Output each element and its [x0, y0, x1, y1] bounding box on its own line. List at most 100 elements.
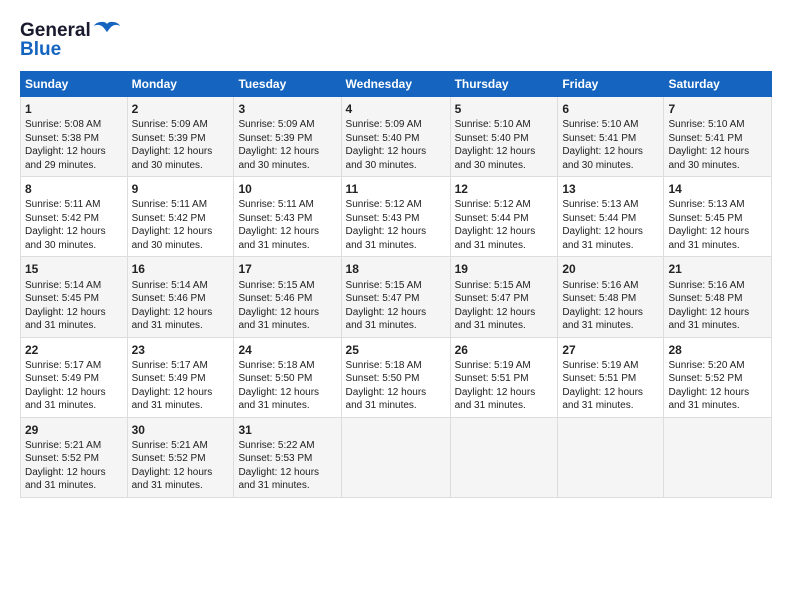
- calendar-cell: 26Sunrise: 5:19 AMSunset: 5:51 PMDayligh…: [450, 337, 558, 417]
- cell-content: Sunrise: 5:10 AMSunset: 5:40 PMDaylight:…: [455, 118, 554, 172]
- calendar-cell: 28Sunrise: 5:20 AMSunset: 5:52 PMDayligh…: [664, 337, 772, 417]
- calendar-cell: 18 Sunrise: 5:15 AMSunset: 5:47 PMDayligh…: [341, 257, 450, 337]
- calendar-cell: 13Sunrise: 5:13 AMSunset: 5:44 PMDayligh…: [558, 177, 664, 257]
- calendar-cell: [558, 417, 664, 497]
- calendar-cell: 31Sunrise: 5:22 AMSunset: 5:53 PMDayligh…: [234, 417, 341, 497]
- calendar-cell: 14Sunrise: 5:13 AMSunset: 5:45 PMDayligh…: [664, 177, 772, 257]
- logo-blue: Blue: [20, 39, 61, 61]
- cell-content: Sunrise: 5:13 AMSunset: 5:45 PMDaylight:…: [668, 198, 767, 252]
- calendar-cell: 16Sunrise: 5:14 AMSunset: 5:46 PMDayligh…: [127, 257, 234, 337]
- cell-content: Sunrise: 5:11 AMSunset: 5:43 PMDaylight:…: [238, 198, 336, 252]
- day-number: 24: [238, 342, 336, 358]
- cell-content: Sunrise: 5:11 AMSunset: 5:42 PMDaylight:…: [132, 198, 230, 252]
- calendar-table: SundayMondayTuesdayWednesdayThursdayFrid…: [20, 71, 772, 498]
- cell-content: Sunrise: 5:11 AMSunset: 5:42 PMDaylight:…: [25, 198, 123, 252]
- calendar-cell: 9Sunrise: 5:11 AMSunset: 5:42 PMDaylight…: [127, 177, 234, 257]
- cell-content: Sunrise: 5:19 AMSunset: 5:51 PMDaylight:…: [562, 359, 659, 413]
- weekday-monday: Monday: [127, 72, 234, 97]
- calendar-cell: 29Sunrise: 5:21 AMSunset: 5:52 PMDayligh…: [21, 417, 128, 497]
- calendar-cell: [664, 417, 772, 497]
- calendar-cell: 1Sunrise: 5:08 AMSunset: 5:38 PMDaylight…: [21, 97, 128, 177]
- calendar-cell: 23Sunrise: 5:17 AMSunset: 5:49 PMDayligh…: [127, 337, 234, 417]
- weekday-wednesday: Wednesday: [341, 72, 450, 97]
- week-row-3: 15 Sunrise: 5:14 AMSunset: 5:45 PMDayligh…: [21, 257, 772, 337]
- day-number: 19: [455, 261, 554, 277]
- calendar-cell: 22Sunrise: 5:17 AMSunset: 5:49 PMDayligh…: [21, 337, 128, 417]
- cell-content: Sunrise: 5:12 AMSunset: 5:44 PMDaylight:…: [455, 198, 554, 252]
- cell-content: Sunrise: 5:18 AMSunset: 5:50 PMDaylight:…: [346, 359, 446, 413]
- calendar-cell: 10Sunrise: 5:11 AMSunset: 5:43 PMDayligh…: [234, 177, 341, 257]
- cell-content: Sunrise: 5:17 AMSunset: 5:49 PMDaylight:…: [25, 359, 123, 413]
- calendar-cell: 20 Sunrise: 5:16 AMSunset: 5:48 PMDayligh…: [558, 257, 664, 337]
- cell-content: Sunrise: 5:13 AMSunset: 5:44 PMDaylight:…: [562, 198, 659, 252]
- cell-content: Sunrise: 5:17 AMSunset: 5:49 PMDaylight:…: [132, 359, 230, 413]
- day-number: 8: [25, 181, 123, 197]
- day-number: 30: [132, 422, 230, 438]
- cell-content: Sunrise: 5:14 AMSunset: 5:46 PMDaylight:…: [132, 279, 230, 333]
- weekday-saturday: Saturday: [664, 72, 772, 97]
- cell-content: Sunrise: 5:15 AMSunset: 5:46 PMDaylight:…: [238, 279, 336, 333]
- cell-content: Sunrise: 5:20 AMSunset: 5:52 PMDaylight:…: [668, 359, 767, 413]
- day-number: 14: [668, 181, 767, 197]
- day-number: 3: [238, 101, 336, 117]
- header: General Blue: [20, 18, 772, 61]
- day-number: 21: [668, 261, 767, 277]
- cell-content: Sunrise: 5:09 AMSunset: 5:39 PMDaylight:…: [238, 118, 336, 172]
- day-number: 10: [238, 181, 336, 197]
- cell-content: Sunrise: 5:21 AMSunset: 5:52 PMDaylight:…: [25, 439, 123, 493]
- cell-content: Sunrise: 5:09 AMSunset: 5:40 PMDaylight:…: [346, 118, 446, 172]
- cell-content: Sunrise: 5:14 AMSunset: 5:45 PMDaylight:…: [25, 279, 123, 333]
- day-number: 11: [346, 181, 446, 197]
- day-number: 2: [132, 101, 230, 117]
- day-number: 13: [562, 181, 659, 197]
- weekday-friday: Friday: [558, 72, 664, 97]
- calendar-cell: 8Sunrise: 5:11 AMSunset: 5:42 PMDaylight…: [21, 177, 128, 257]
- calendar-cell: 19Sunrise: 5:15 AMSunset: 5:47 PMDayligh…: [450, 257, 558, 337]
- cell-content: Sunrise: 5:21 AMSunset: 5:52 PMDaylight:…: [132, 439, 230, 493]
- day-number: 27: [562, 342, 659, 358]
- page: General Blue SundayMondayTuesdayWednesda…: [0, 0, 792, 612]
- calendar-cell: [341, 417, 450, 497]
- day-number: 15: [25, 261, 123, 277]
- day-number: 18: [346, 261, 446, 277]
- day-number: 23: [132, 342, 230, 358]
- cell-content: Sunrise: 5:15 AMSunset: 5:47 PMDaylight:…: [346, 279, 446, 333]
- calendar-cell: 7Sunrise: 5:10 AMSunset: 5:41 PMDaylight…: [664, 97, 772, 177]
- weekday-tuesday: Tuesday: [234, 72, 341, 97]
- day-number: 20: [562, 261, 659, 277]
- calendar-cell: 21 Sunrise: 5:16 AMSunset: 5:48 PMDayligh…: [664, 257, 772, 337]
- cell-content: Sunrise: 5:12 AMSunset: 5:43 PMDaylight:…: [346, 198, 446, 252]
- calendar-cell: 17 Sunrise: 5:15 AMSunset: 5:46 PMDayligh…: [234, 257, 341, 337]
- calendar-cell: 27Sunrise: 5:19 AMSunset: 5:51 PMDayligh…: [558, 337, 664, 417]
- day-number: 1: [25, 101, 123, 117]
- day-number: 31: [238, 422, 336, 438]
- day-number: 5: [455, 101, 554, 117]
- calendar-cell: 6Sunrise: 5:10 AMSunset: 5:41 PMDaylight…: [558, 97, 664, 177]
- day-number: 25: [346, 342, 446, 358]
- calendar-cell: 12Sunrise: 5:12 AMSunset: 5:44 PMDayligh…: [450, 177, 558, 257]
- day-number: 6: [562, 101, 659, 117]
- cell-content: Sunrise: 5:16 AMSunset: 5:48 PMDaylight:…: [668, 279, 767, 333]
- weekday-header-row: SundayMondayTuesdayWednesdayThursdayFrid…: [21, 72, 772, 97]
- weekday-thursday: Thursday: [450, 72, 558, 97]
- week-row-2: 8Sunrise: 5:11 AMSunset: 5:42 PMDaylight…: [21, 177, 772, 257]
- calendar-cell: 5Sunrise: 5:10 AMSunset: 5:40 PMDaylight…: [450, 97, 558, 177]
- day-number: 26: [455, 342, 554, 358]
- cell-content: Sunrise: 5:16 AMSunset: 5:48 PMDaylight:…: [562, 279, 659, 333]
- calendar-cell: 30Sunrise: 5:21 AMSunset: 5:52 PMDayligh…: [127, 417, 234, 497]
- logo: General Blue: [20, 18, 121, 61]
- cell-content: Sunrise: 5:19 AMSunset: 5:51 PMDaylight:…: [455, 359, 554, 413]
- week-row-1: 1Sunrise: 5:08 AMSunset: 5:38 PMDaylight…: [21, 97, 772, 177]
- day-number: 28: [668, 342, 767, 358]
- day-number: 12: [455, 181, 554, 197]
- day-number: 29: [25, 422, 123, 438]
- day-number: 9: [132, 181, 230, 197]
- cell-content: Sunrise: 5:22 AMSunset: 5:53 PMDaylight:…: [238, 439, 336, 493]
- cell-content: Sunrise: 5:10 AMSunset: 5:41 PMDaylight:…: [562, 118, 659, 172]
- calendar-cell: [450, 417, 558, 497]
- day-number: 22: [25, 342, 123, 358]
- cell-content: Sunrise: 5:10 AMSunset: 5:41 PMDaylight:…: [668, 118, 767, 172]
- calendar-cell: 11Sunrise: 5:12 AMSunset: 5:43 PMDayligh…: [341, 177, 450, 257]
- day-number: 17: [238, 261, 336, 277]
- day-number: 4: [346, 101, 446, 117]
